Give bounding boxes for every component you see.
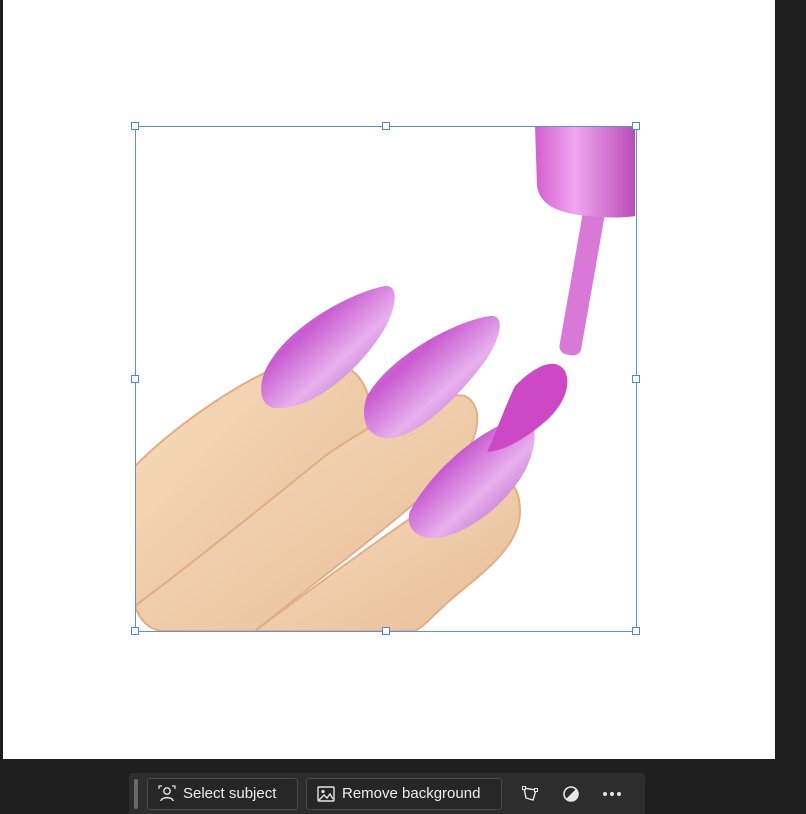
resize-handle-bottom-left[interactable] [131, 627, 139, 635]
placed-image[interactable] [135, 126, 637, 631]
adjust-button[interactable] [553, 778, 589, 810]
resize-handle-top-right[interactable] [632, 122, 640, 130]
transform-button[interactable] [512, 778, 548, 810]
resize-handle-left[interactable] [131, 375, 139, 383]
resize-handle-top-left[interactable] [131, 122, 139, 130]
drag-grip-handle[interactable] [134, 778, 138, 809]
half-circle-adjust-icon [563, 785, 579, 802]
resize-handle-top[interactable] [382, 122, 390, 130]
workspace-gutter [775, 0, 806, 814]
resize-handle-bottom-right[interactable] [632, 627, 640, 635]
person-select-icon [158, 784, 176, 803]
resize-handle-right[interactable] [632, 375, 640, 383]
contextual-task-bar: Select subject Remove background [129, 773, 645, 814]
remove-background-button[interactable]: Remove background [306, 777, 502, 810]
more-options-button[interactable] [594, 778, 630, 810]
select-subject-label: Select subject [183, 785, 277, 802]
select-subject-button[interactable]: Select subject [147, 777, 298, 810]
image-icon [317, 785, 335, 802]
transform-icon [522, 785, 538, 801]
remove-background-label: Remove background [342, 785, 481, 802]
nail-polish-icon [135, 126, 635, 631]
resize-handle-bottom[interactable] [382, 627, 390, 635]
more-dots-icon [603, 791, 621, 796]
